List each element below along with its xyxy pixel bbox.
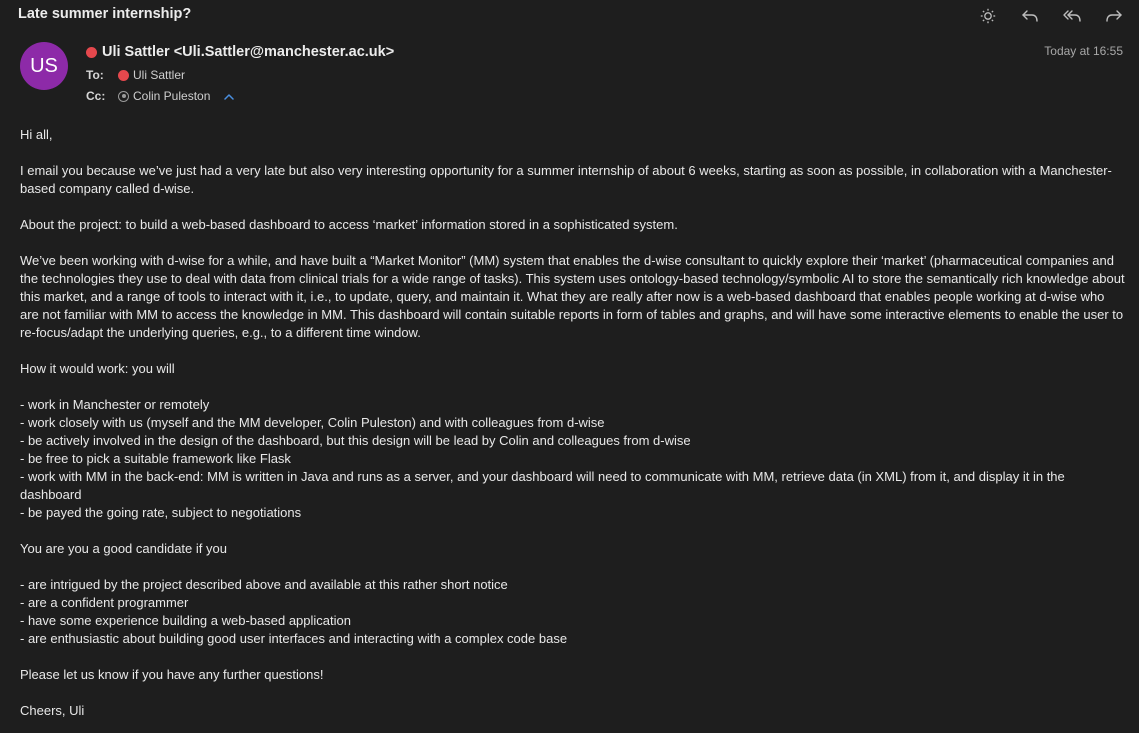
paragraph-how: How it would work: you will bbox=[20, 361, 175, 376]
list-item: - work closely with us (myself and the M… bbox=[20, 415, 605, 430]
brightness-icon[interactable] bbox=[977, 5, 999, 27]
to-recipient[interactable]: Uli Sattler bbox=[133, 68, 185, 82]
to-row: To: Uli Sattler bbox=[86, 68, 185, 82]
message-toolbar bbox=[977, 5, 1125, 27]
email-subject: Late summer internship? bbox=[18, 6, 192, 22]
email-window: Late summer internship? US Uli Sattler <… bbox=[0, 0, 1139, 733]
list-item: - be actively involved in the design of … bbox=[20, 433, 691, 448]
cc-label: Cc: bbox=[86, 89, 106, 103]
duties-list: - work in Manchester or remotely - work … bbox=[20, 396, 1125, 522]
cc-row: Cc: Colin Puleston bbox=[86, 89, 235, 103]
list-item: - have some experience building a web-ba… bbox=[20, 613, 351, 628]
signoff: Cheers, Uli bbox=[20, 703, 85, 718]
sender-address[interactable]: Uli Sattler <Uli.Sattler@manchester.ac.u… bbox=[102, 44, 394, 60]
list-item: - are intrigued by the project described… bbox=[20, 577, 508, 592]
recipient-status-icon bbox=[118, 69, 129, 81]
list-item: - work in Manchester or remotely bbox=[20, 397, 210, 412]
avatar[interactable]: US bbox=[20, 42, 68, 90]
sender-line: Uli Sattler <Uli.Sattler@manchester.ac.u… bbox=[86, 44, 394, 60]
paragraph-background: We’ve been working with d-wise for a whi… bbox=[20, 253, 1125, 340]
title-bar: Late summer internship? bbox=[0, 0, 1139, 32]
reply-icon[interactable] bbox=[1019, 5, 1041, 27]
paragraph-project: About the project: to build a web-based … bbox=[20, 217, 678, 232]
list-item: - are enthusiastic about building good u… bbox=[20, 631, 568, 646]
email-body: Hi all, I email you because we’ve just h… bbox=[20, 126, 1125, 733]
forward-icon[interactable] bbox=[1103, 5, 1125, 27]
greeting: Hi all, bbox=[20, 127, 53, 142]
reply-all-icon[interactable] bbox=[1061, 5, 1083, 27]
requirements-list: - are intrigued by the project described… bbox=[20, 576, 1125, 648]
list-item: - work with MM in the back-end: MM is wr… bbox=[20, 469, 1065, 502]
cc-recipient[interactable]: Colin Puleston bbox=[133, 89, 210, 103]
list-item: - be free to pick a suitable framework l… bbox=[20, 451, 291, 466]
paragraph-intro: I email you because we’ve just had a ver… bbox=[20, 163, 1112, 196]
cc-status-icon bbox=[118, 90, 129, 102]
paragraph-candidate: You are you a good candidate if you bbox=[20, 541, 227, 556]
paragraph-questions: Please let us know if you have any furth… bbox=[20, 667, 324, 682]
list-item: - be payed the going rate, subject to ne… bbox=[20, 505, 302, 520]
list-item: - are a confident programmer bbox=[20, 595, 189, 610]
chevron-up-icon[interactable] bbox=[224, 93, 235, 100]
to-label: To: bbox=[86, 68, 104, 82]
received-time: Today at 16:55 bbox=[1044, 44, 1123, 58]
status-dot-icon bbox=[86, 46, 97, 58]
